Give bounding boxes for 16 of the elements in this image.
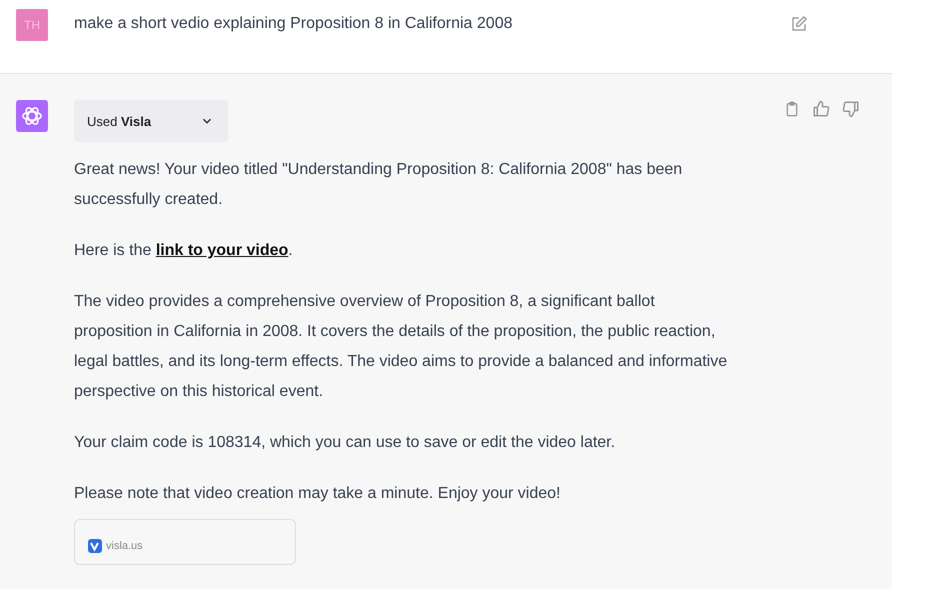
site-logo-icon	[88, 539, 102, 553]
thumbs-up-icon[interactable]	[812, 100, 830, 118]
message-paragraph: The video provides a comprehensive overview of Proposition 8, a significant ballot proposition in California in 2008. It covers the details of the proposition, the public reaction, legal battles, and its long-term effects. The video aims to provide a balanced and informative perspective on this historical event.	[74, 292, 728, 402]
message-paragraph: Great news! Your video titled "Understanding Proposition 8: California 2008" has been successfully created.	[74, 160, 684, 210]
user-message: make a short vedio explaining Proposition 8 in California 2008	[74, 14, 514, 34]
user-avatar: TH	[16, 9, 48, 41]
edit-icon[interactable]	[790, 15, 808, 33]
message-paragraph: Your claim code is 108314, which you can use to save or edit the video later.	[74, 433, 616, 453]
clipboard-icon[interactable]	[784, 100, 800, 118]
plugin-toggle[interactable]: Used Visla	[74, 100, 228, 142]
message-paragraph: Here is the link to your video.	[74, 241, 294, 261]
thumbs-down-icon[interactable]	[842, 100, 860, 118]
video-link[interactable]: link to your video	[156, 242, 288, 259]
assistant-logo-icon	[16, 100, 48, 132]
message-paragraph: Please note that video creation may take a minute. Enjoy your video!	[74, 484, 562, 504]
source-domain: visla.us	[106, 540, 143, 552]
